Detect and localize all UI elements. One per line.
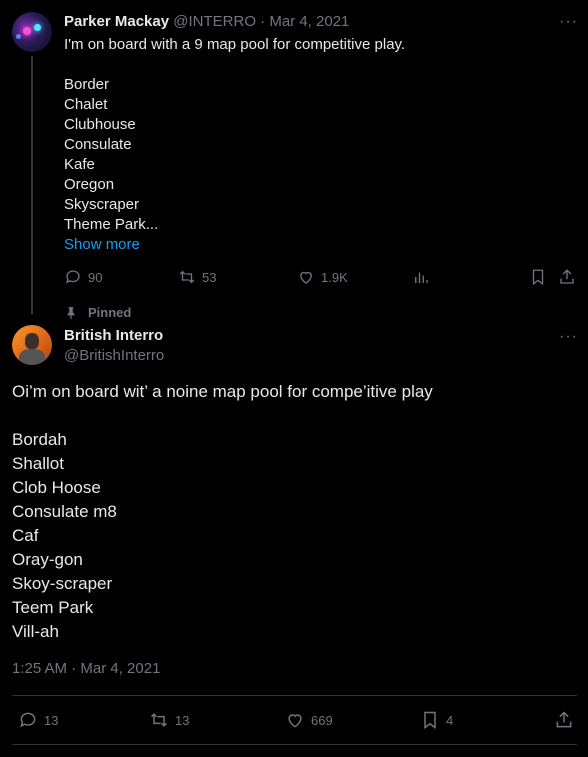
map-item: Consulate m8: [12, 502, 117, 521]
bookmark-button[interactable]: [529, 268, 547, 286]
main-reply-count: 13: [44, 712, 59, 728]
map-item: Skoy-scraper: [12, 574, 113, 593]
retweet-icon: [150, 713, 168, 727]
reply-count: 90: [88, 269, 103, 285]
map-item: Shallot: [12, 454, 64, 473]
main-author-handle[interactable]: @BritishInterro: [64, 347, 164, 364]
retweet-icon: [179, 270, 195, 284]
share-icon: [556, 711, 572, 728]
main-retweet-count: 13: [175, 712, 190, 728]
bookmark-icon: [532, 269, 544, 286]
retweet-button[interactable]: 53: [178, 268, 216, 286]
views-button[interactable]: [412, 268, 430, 286]
main-reply-button[interactable]: 13: [18, 710, 58, 730]
pinned-indicator: Pinned: [64, 305, 131, 320]
map-item: Clob Hoose: [12, 478, 101, 497]
heart-icon: [288, 714, 302, 728]
retweet-count: 53: [202, 269, 217, 285]
reply-icon: [20, 712, 36, 728]
map-item: Chalet: [64, 96, 108, 113]
map-item: Border: [64, 76, 110, 93]
like-count: 1.9K: [321, 269, 348, 285]
main-like-button[interactable]: 669: [285, 710, 333, 730]
parent-avatar[interactable]: [12, 12, 52, 52]
main-bookmark-count: 4: [446, 712, 454, 728]
map-item: Teem Park: [12, 598, 94, 617]
header-separator: ·: [260, 13, 266, 30]
main-share-button[interactable]: [554, 710, 574, 730]
map-item: Bordah: [12, 430, 67, 449]
show-more-link[interactable]: Show more: [64, 235, 158, 255]
parent-tweet-date[interactable]: Mar 4, 2021: [269, 13, 349, 30]
map-item: Caf: [12, 526, 39, 545]
share-button[interactable]: [558, 268, 576, 286]
share-icon: [560, 269, 574, 284]
main-bookmark-button[interactable]: 4: [420, 710, 453, 730]
main-retweet-button[interactable]: 13: [149, 710, 189, 730]
main-like-count: 669: [311, 712, 333, 728]
map-item: Theme Park...: [64, 216, 159, 233]
map-item: Vill-ah: [12, 622, 59, 641]
pin-icon: [67, 306, 75, 319]
parent-author-name[interactable]: Parker Mackay: [64, 13, 169, 30]
main-tweet-text: Oi’m on board wit’ a noine map pool for …: [12, 382, 433, 401]
main-author-name[interactable]: British Interro: [64, 327, 163, 344]
map-item: Consulate: [64, 136, 132, 153]
parent-map-list: Border Chalet Clubhouse Consulate Kafe O…: [64, 75, 158, 255]
parent-author-handle[interactable]: @INTERRO: [173, 13, 256, 30]
main-tweet-timestamp[interactable]: 1:25 AM · Mar 4, 2021: [12, 660, 160, 677]
parent-more-options-icon[interactable]: ···: [559, 13, 578, 31]
main-map-list: Bordah Shallot Clob Hoose Consulate m8 C…: [12, 428, 117, 644]
thread-connector-line: [31, 56, 33, 314]
map-item: Oregon: [64, 176, 115, 193]
pinned-label: Pinned: [88, 305, 132, 320]
bottom-divider: [12, 744, 577, 745]
reply-button[interactable]: 90: [64, 268, 102, 286]
like-button[interactable]: 1.9K: [297, 268, 348, 286]
stats-divider: [12, 695, 577, 696]
parent-tweet-header: Parker Mackay @INTERRO · Mar 4, 2021: [64, 13, 349, 30]
bookmark-icon: [424, 711, 436, 729]
analytics-icon: [415, 272, 428, 283]
main-avatar[interactable]: [12, 325, 52, 365]
map-item: Clubhouse: [64, 116, 136, 133]
map-item: Skyscraper: [64, 196, 140, 213]
map-item: Kafe: [64, 156, 95, 173]
main-more-options-icon[interactable]: ···: [559, 328, 578, 346]
heart-icon: [300, 271, 312, 284]
map-item: Oray-gon: [12, 550, 83, 569]
parent-tweet-text: I'm on board with a 9 map pool for compe…: [64, 36, 406, 53]
reply-icon: [65, 270, 80, 284]
